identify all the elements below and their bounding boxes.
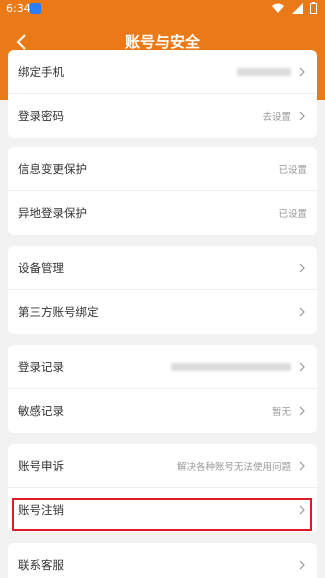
customer-service-card: 联系客服 [8,543,317,578]
row-label: 信息变更保护 [18,161,87,176]
chevron-right-icon [299,67,305,76]
chevron-right-icon [299,560,305,570]
row-label: 绑定手机 [18,64,64,79]
protection-card: 信息变更保护 已设置 异地登录保护 已设置 [8,147,317,235]
page-title: 账号与安全 [124,33,200,51]
chevron-right-icon [299,362,305,371]
records-card: 登录记录 敏感记录 暂无 [8,345,317,433]
row-label: 第三方账号绑定 [18,305,99,319]
account-binding-card: 绑定手机 登录密码 去设置 [8,50,317,138]
row-value: 已设置 [278,209,307,220]
chevron-right-icon [299,111,305,121]
row-device-management[interactable]: 设备管理 [8,246,317,290]
wifi-icon [272,3,284,17]
row-value: 已设置 [278,164,307,176]
masked-login-record-value [171,362,291,371]
row-label: 登录密码 [18,109,64,123]
row-sensitive-records[interactable]: 敏感记录 暂无 [8,389,317,433]
row-account-appeal[interactable]: 账号申诉 解决各种账号无法使用问题 [8,444,317,488]
selection-highlight-box [12,498,312,531]
status-time: 6:34 [6,2,31,15]
row-bind-phone[interactable]: 绑定手机 [8,50,317,94]
row-remote-login-protection[interactable]: 异地登录保护 已设置 [8,191,317,235]
status-indicators [268,2,317,16]
row-label: 敏感记录 [18,404,64,418]
chevron-right-icon [299,307,305,317]
row-value: 去设置 [262,112,291,123]
row-label: 账号申诉 [18,458,64,473]
row-login-password[interactable]: 登录密码 去设置 [8,94,317,138]
row-label: 登录记录 [18,359,64,374]
row-contact-support[interactable]: 联系客服 [8,543,317,578]
row-label: 设备管理 [18,260,64,275]
app-notification-icon [30,3,41,14]
status-bar: 6:34 [0,0,325,18]
battery-icon [310,2,317,17]
row-third-party-binding[interactable]: 第三方账号绑定 [8,290,317,334]
row-label: 联系客服 [18,558,64,572]
row-info-change-protection[interactable]: 信息变更保护 已设置 [8,147,317,191]
device-card: 设备管理 第三方账号绑定 [8,246,317,334]
masked-phone-value [237,67,291,76]
signal-icon [291,3,303,17]
chevron-right-icon [299,461,305,470]
row-login-records[interactable]: 登录记录 [8,345,317,389]
chevron-right-icon [299,406,305,416]
chevron-right-icon [299,263,305,272]
row-value: 解决各种账号无法使用问题 [176,461,291,473]
row-label: 异地登录保护 [18,206,87,220]
row-value: 暂无 [271,407,291,418]
